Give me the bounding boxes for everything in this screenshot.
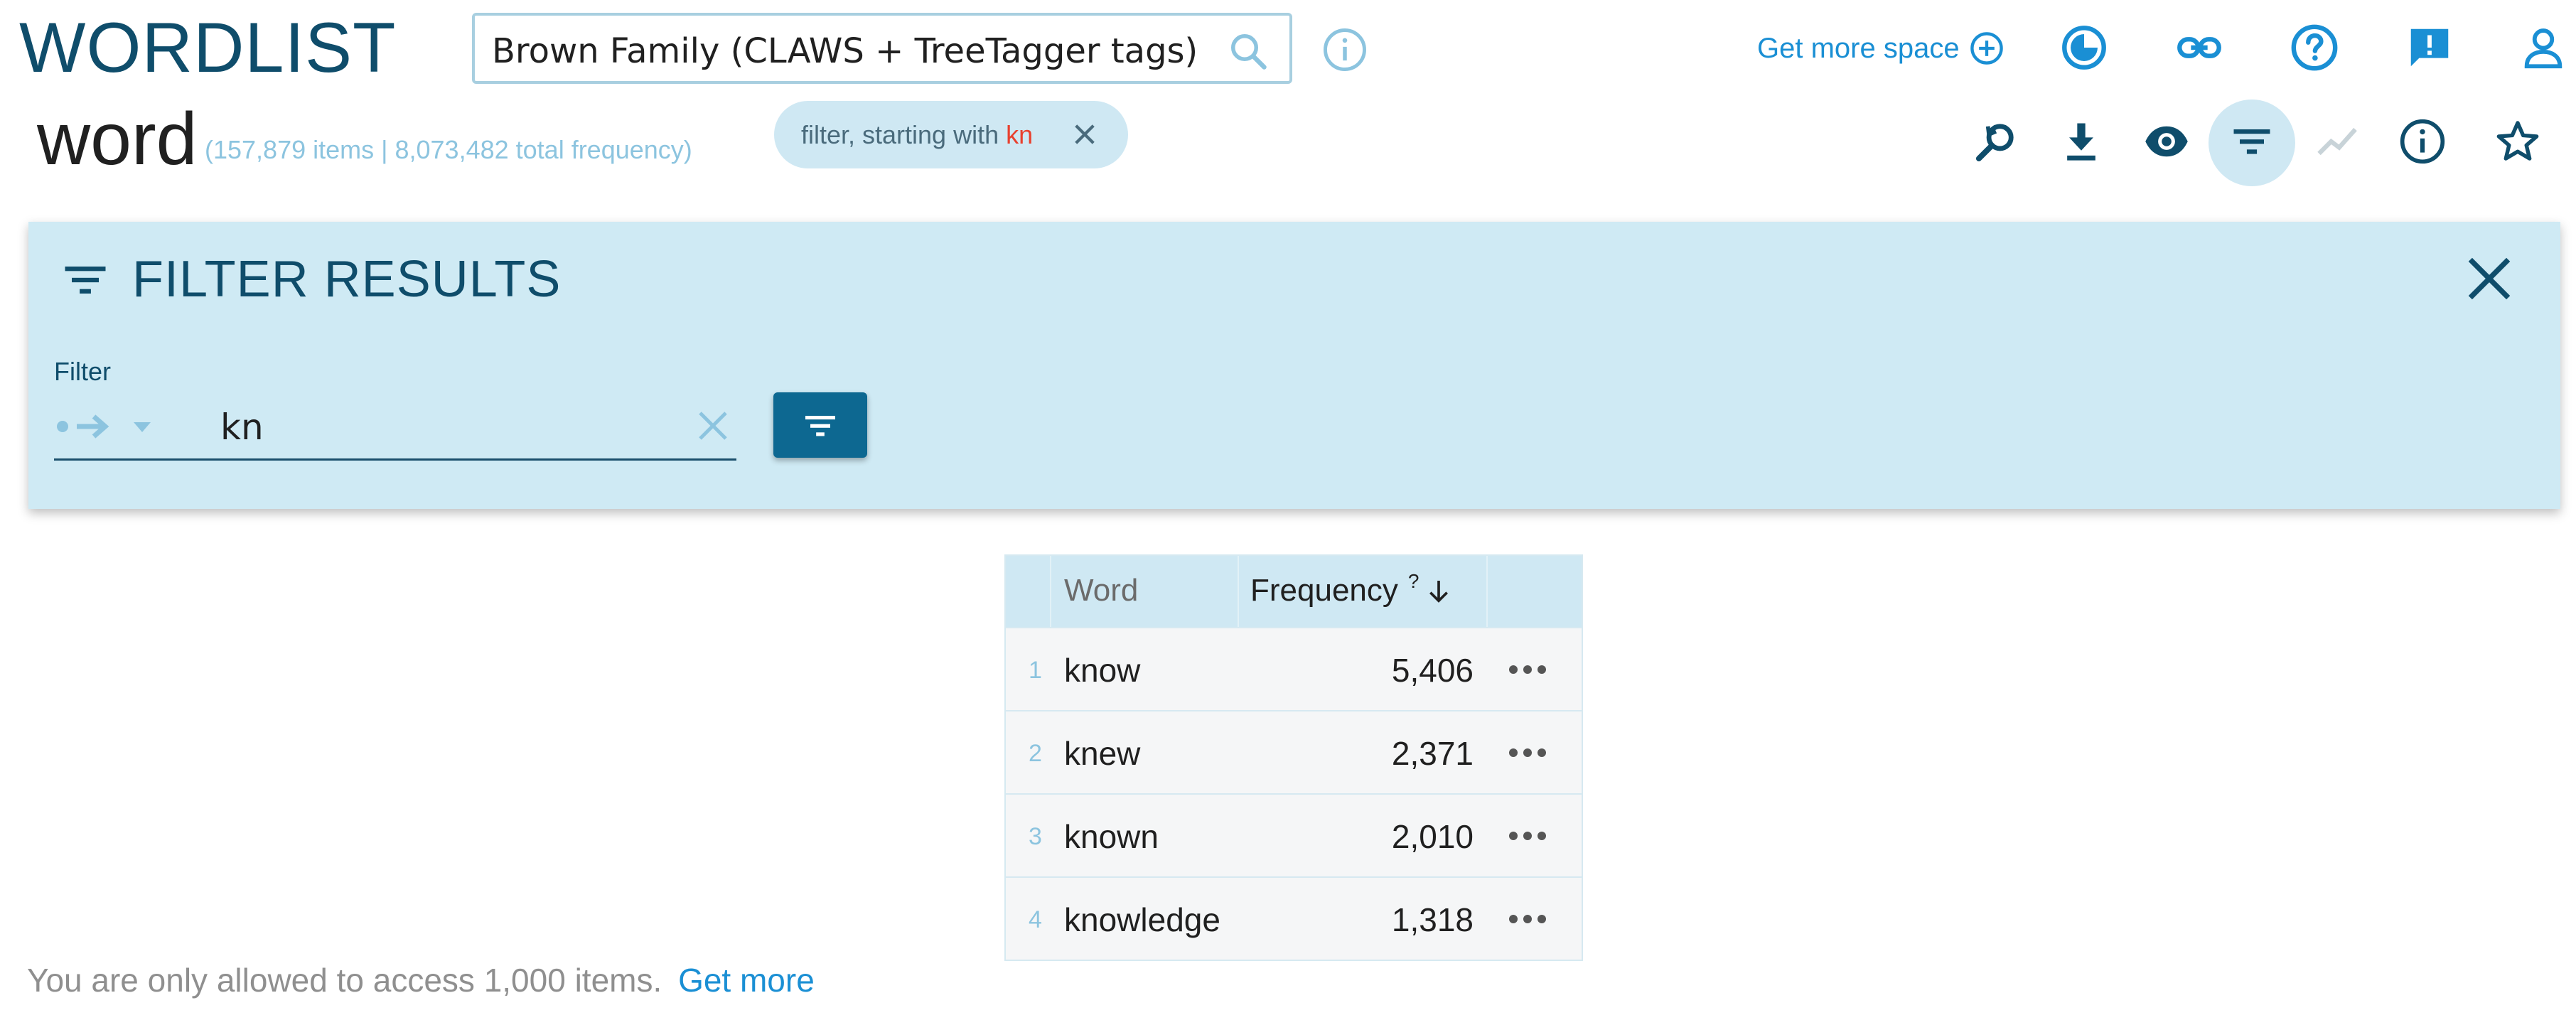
word-cell[interactable]: know <box>1064 651 1140 689</box>
clear-icon[interactable] <box>694 407 732 445</box>
filter-chip-value: kn <box>1006 119 1034 149</box>
change-search-icon[interactable] <box>1972 117 2020 166</box>
access-limit-note: You are only allowed to access 1,000 ite… <box>27 961 815 999</box>
download-icon[interactable] <box>2057 117 2105 166</box>
filter-icon[interactable] <box>2228 117 2276 166</box>
column-header-frequency-label: Frequency <box>1250 573 1398 608</box>
search-icon[interactable] <box>1227 30 1270 72</box>
filter-panel: FILTER RESULTS Filter kn <box>28 222 2560 509</box>
starts-with-mode-dropdown-icon[interactable] <box>54 407 168 446</box>
theme-toggle-icon[interactable] <box>2059 23 2109 72</box>
frequency-cell: 1,318 <box>1391 901 1474 938</box>
table-row: 3 known 2,010 <box>1006 793 1582 876</box>
filter-icon <box>805 415 835 436</box>
app-title: WORDLIST <box>19 8 397 87</box>
filter-field-label: Filter <box>54 357 111 386</box>
more-options-icon[interactable] <box>1505 736 1550 770</box>
more-options-icon[interactable] <box>1505 902 1550 936</box>
filter-icon <box>65 267 106 294</box>
corpus-info-icon[interactable] <box>1321 26 1368 73</box>
trends-icon <box>2317 127 2357 156</box>
more-options-icon[interactable] <box>1505 819 1550 853</box>
column-header-word[interactable]: Word <box>1064 573 1138 608</box>
results-table: Word Frequency ? 1 know 5,406 2 knew 2,3… <box>1004 554 1583 961</box>
table-header: Word Frequency ? <box>1006 556 1582 627</box>
filter-input[interactable]: kn <box>220 407 264 448</box>
row-number: 1 <box>1029 657 1042 684</box>
word-cell[interactable]: knowledge <box>1064 901 1220 939</box>
get-more-space-label: Get more space <box>1757 32 1960 64</box>
table-row: 1 know 5,406 <box>1006 627 1582 710</box>
table-row: 2 knew 2,371 <box>1006 710 1582 793</box>
more-options-icon[interactable] <box>1505 652 1550 687</box>
link-icon[interactable] <box>2174 23 2224 72</box>
frequency-cell: 2,010 <box>1391 818 1474 855</box>
filter-chip-label: filter, starting with <box>801 119 999 149</box>
word-cell[interactable]: knew <box>1064 734 1140 773</box>
filter-input-field[interactable]: kn <box>54 390 736 461</box>
view-options-icon[interactable] <box>2142 117 2191 166</box>
access-limit-text: You are only allowed to access 1,000 ite… <box>27 962 662 999</box>
user-account-icon[interactable] <box>2518 23 2568 72</box>
frequency-help-hint[interactable]: ? <box>1408 570 1420 593</box>
sort-descending-icon <box>1429 581 1449 603</box>
frequency-cell: 2,371 <box>1391 735 1474 772</box>
apply-filter-button[interactable] <box>773 392 867 458</box>
table-row: 4 knowledge 1,318 <box>1006 876 1582 960</box>
get-more-space-link[interactable]: Get more space <box>1757 30 2005 67</box>
corpus-name: Brown Family (CLAWS + TreeTagger tags) <box>492 31 1198 71</box>
star-icon[interactable] <box>2494 117 2542 166</box>
help-icon[interactable] <box>2290 23 2339 72</box>
column-header-frequency[interactable]: Frequency ? <box>1250 570 1453 608</box>
active-filter-chip[interactable]: filter, starting with kn <box>774 101 1128 168</box>
frequency-cell: 5,406 <box>1391 652 1474 689</box>
plus-circle-icon <box>1970 32 2003 65</box>
get-more-link[interactable]: Get more <box>678 962 815 999</box>
filter-panel-title: FILTER RESULTS <box>132 251 562 308</box>
corpus-selector[interactable]: Brown Family (CLAWS + TreeTagger tags) <box>472 13 1292 84</box>
attribute-title: word <box>37 98 198 181</box>
close-icon[interactable] <box>2461 250 2518 307</box>
word-cell[interactable]: known <box>1064 817 1159 856</box>
row-number: 4 <box>1029 906 1042 933</box>
row-number: 3 <box>1029 823 1042 850</box>
feedback-icon[interactable] <box>2405 23 2454 72</box>
info-icon[interactable] <box>2398 117 2447 166</box>
remove-filter-icon[interactable] <box>1070 119 1100 149</box>
row-number: 2 <box>1029 740 1042 767</box>
result-stats: (157,879 items | 8,073,482 total frequen… <box>205 135 692 164</box>
